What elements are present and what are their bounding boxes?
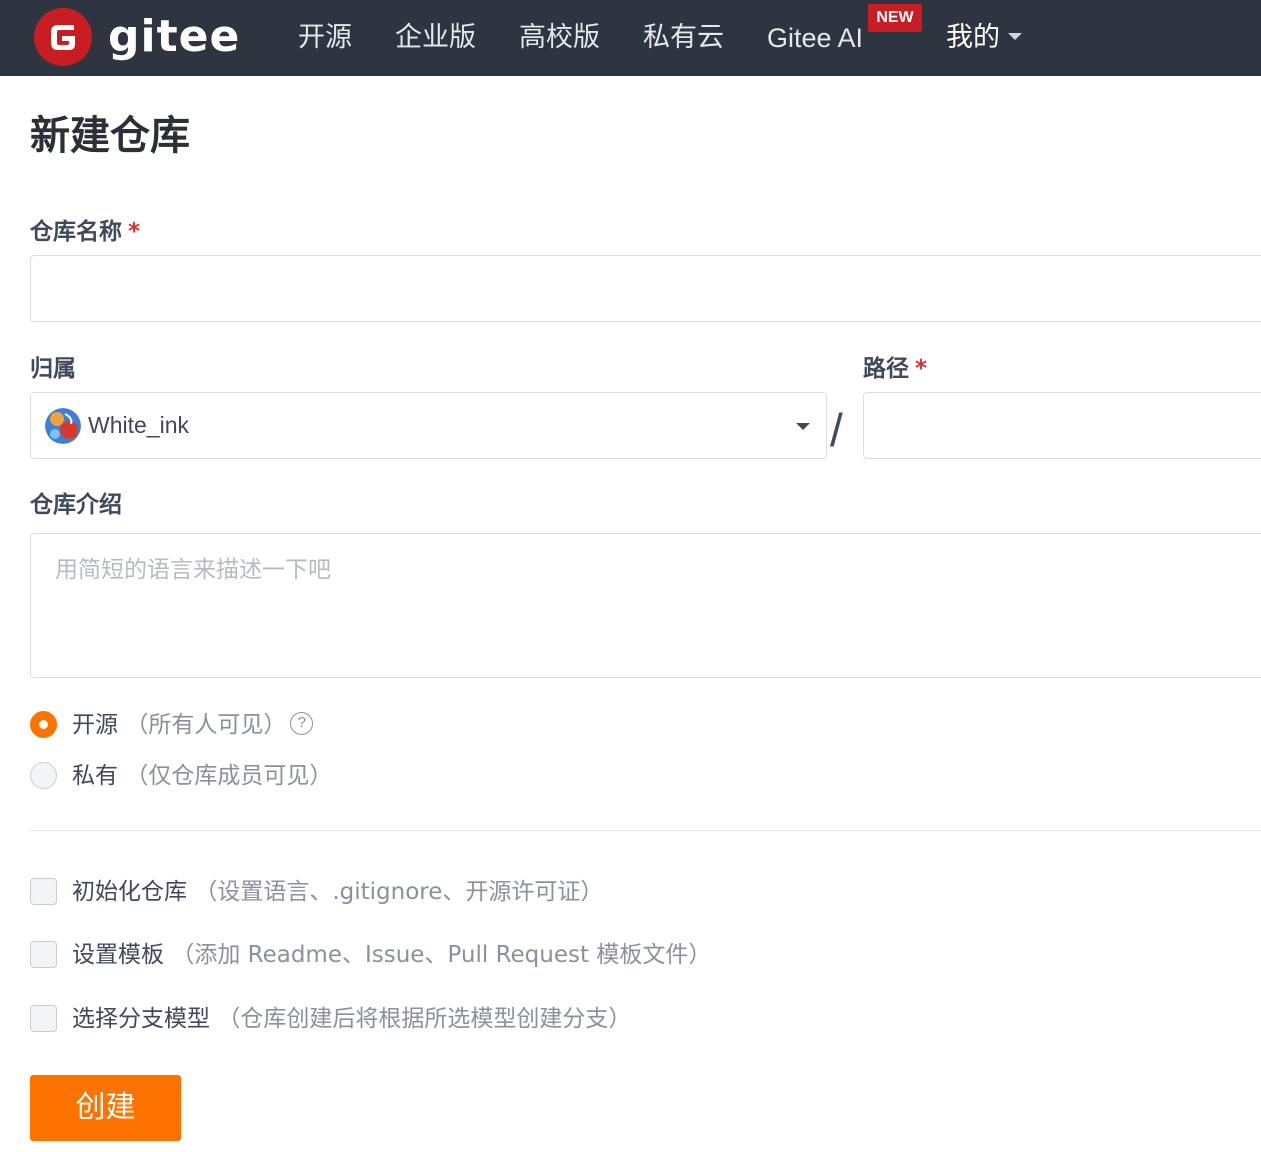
path-input[interactable]: [863, 392, 1261, 459]
path-label-text: 路径: [863, 356, 909, 382]
repo-name-label-text: 仓库名称: [30, 219, 122, 245]
owner-value: White_ink: [88, 412, 189, 438]
nav-item-education[interactable]: 高校版: [519, 18, 600, 58]
nav-item-mine[interactable]: 我的: [946, 18, 1022, 58]
visibility-option-public[interactable]: 开源 （所有人可见）?: [30, 708, 430, 742]
branch-model-option[interactable]: 选择分支模型 （仓库创建后将根据所选模型创建分支）: [30, 1002, 730, 1036]
template-checkbox[interactable]: [30, 941, 57, 968]
create-button[interactable]: 创建: [30, 1075, 181, 1141]
nav-item-private-cloud[interactable]: 私有云: [643, 18, 724, 58]
help-icon[interactable]: ?: [290, 712, 314, 735]
logo-text[interactable]: gitee: [108, 8, 240, 66]
avatar: [45, 408, 81, 444]
nav-item-open-source[interactable]: 开源: [298, 18, 352, 58]
chevron-down-icon: [796, 423, 810, 430]
nav-item-gitee-ai[interactable]: Gitee AI: [767, 18, 863, 58]
chevron-down-icon: [1008, 33, 1022, 40]
init-repo-label: 初始化仓库 （设置语言、.gitignore、开源许可证）: [72, 879, 604, 905]
description-placeholder: 用简短的语言来描述一下吧: [55, 557, 331, 583]
template-option[interactable]: 设置模板 （添加 Readme、Issue、Pull Request 模板文件）: [30, 938, 790, 972]
owner-select[interactable]: White_ink: [30, 392, 827, 459]
divider: [30, 830, 1261, 831]
path-separator: /: [830, 404, 843, 456]
nav-item-enterprise[interactable]: 企业版: [395, 18, 476, 58]
visibility-option-private[interactable]: 私有 （仅仓库成员可见）: [30, 759, 430, 793]
gitee-logo-icon[interactable]: [34, 8, 96, 66]
path-label: 路径 *: [863, 353, 927, 385]
init-repo-option[interactable]: 初始化仓库 （设置语言、.gitignore、开源许可证）: [30, 875, 730, 909]
description-label: 仓库介绍: [30, 492, 122, 518]
branch-model-checkbox[interactable]: [30, 1005, 57, 1032]
branch-model-label: 选择分支模型 （仓库创建后将根据所选模型创建分支）: [72, 1006, 632, 1032]
owner-label: 归属: [30, 356, 76, 382]
repo-name-label: 仓库名称 *: [30, 216, 140, 248]
private-radio[interactable]: [30, 762, 57, 789]
required-mark: *: [128, 219, 141, 245]
required-mark: *: [915, 356, 928, 382]
top-navbar: gitee 开源 企业版 高校版 私有云 Gitee AI NEW 我的: [0, 0, 1261, 76]
nav-mine-label: 我的: [946, 22, 1000, 53]
public-radio[interactable]: [30, 711, 57, 738]
new-badge: NEW: [868, 4, 922, 32]
public-label: 开源 （所有人可见）?: [72, 708, 314, 742]
template-label: 设置模板 （添加 Readme、Issue、Pull Request 模板文件）: [72, 942, 712, 968]
private-label: 私有 （仅仓库成员可见）: [72, 763, 333, 789]
page-title: 新建仓库: [30, 113, 190, 159]
repo-name-input[interactable]: [30, 255, 1261, 322]
description-textarea[interactable]: 用简短的语言来描述一下吧: [30, 533, 1261, 678]
init-repo-checkbox[interactable]: [30, 878, 57, 905]
